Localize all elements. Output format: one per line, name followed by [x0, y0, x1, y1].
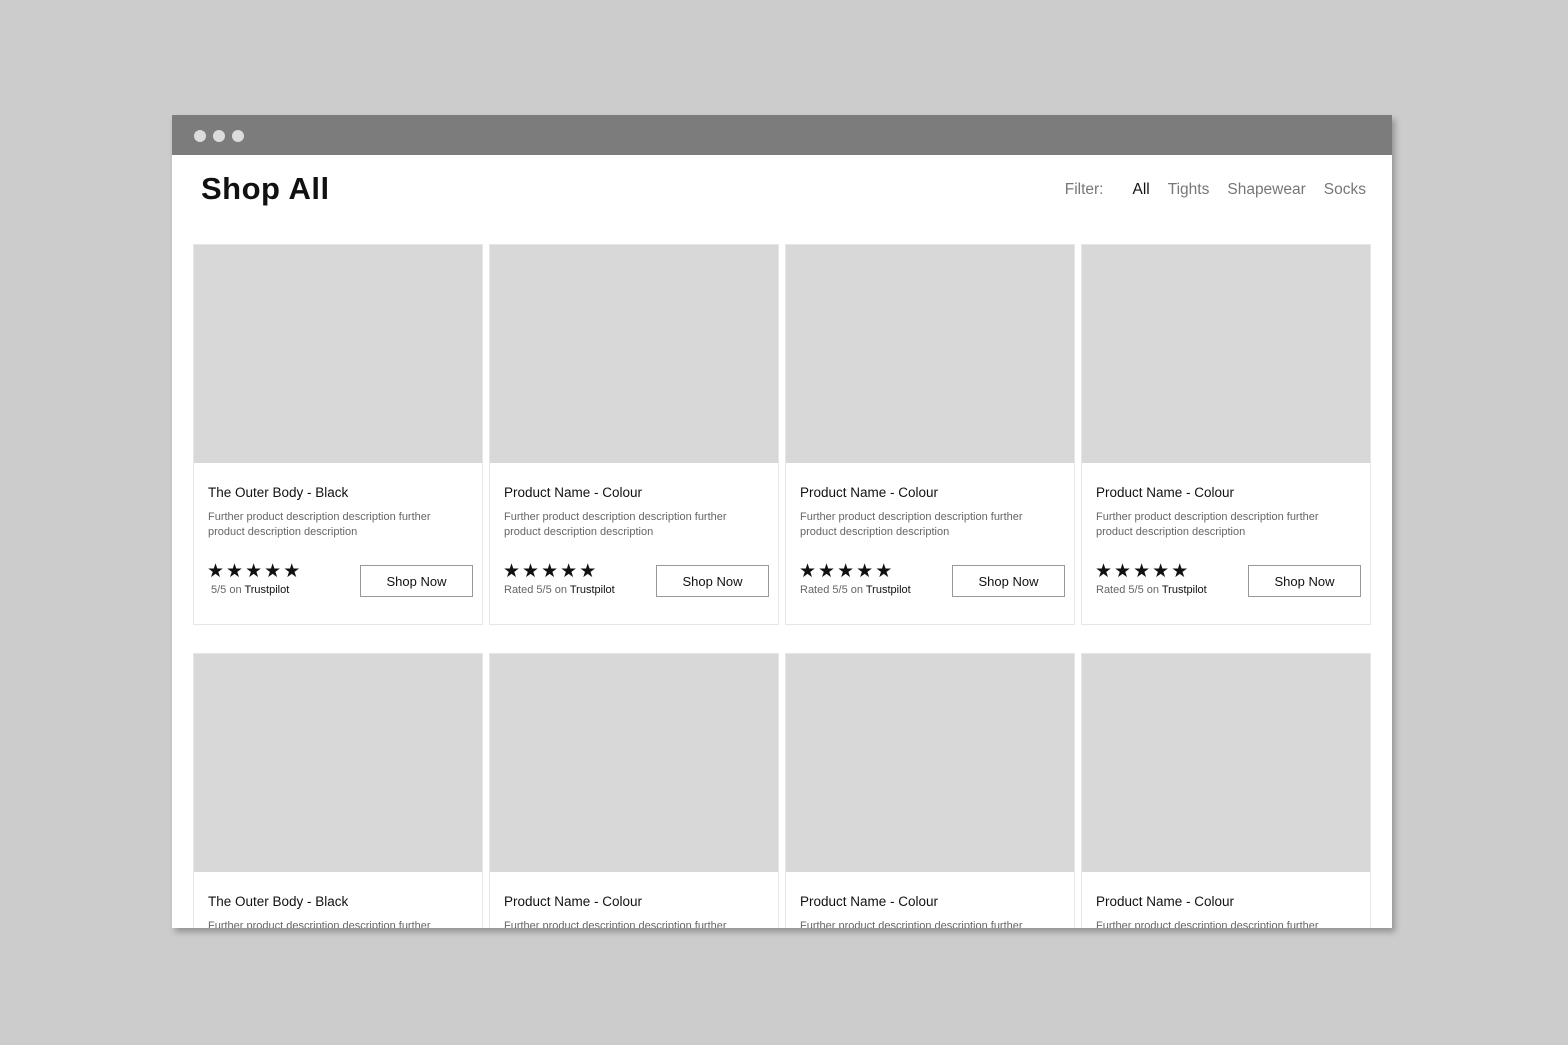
star-icon: ★ — [1171, 561, 1189, 582]
star-icon: ★ — [522, 561, 540, 582]
product-card[interactable]: Product Name - Colour Further product des… — [489, 244, 779, 625]
filter-option-socks[interactable]: Socks — [1324, 181, 1366, 199]
product-card[interactable]: Product Name - Colour Further product des… — [785, 653, 1075, 928]
product-image[interactable] — [490, 654, 778, 872]
product-description: Further product description description … — [208, 920, 431, 928]
star-icon: ★ — [818, 561, 836, 582]
star-icon: ★ — [1114, 561, 1132, 582]
star-rating: ★ ★ ★ ★ ★ — [503, 562, 598, 581]
product-name[interactable]: Product Name - Colour — [800, 894, 938, 909]
minimize-window-dot-icon[interactable] — [213, 130, 225, 142]
star-icon: ★ — [1152, 561, 1170, 582]
product-name[interactable]: Product Name - Colour — [800, 485, 938, 500]
product-image[interactable] — [786, 654, 1074, 872]
filter-option-tights[interactable]: Tights — [1168, 181, 1210, 199]
product-card[interactable]: The Outer Body - Black Further product de… — [193, 653, 483, 928]
shop-now-button[interactable]: Shop Now — [360, 565, 473, 597]
star-icon: ★ — [541, 561, 559, 582]
star-icon: ★ — [264, 561, 282, 582]
filter-option-shapewear[interactable]: Shapewear — [1227, 181, 1305, 199]
product-description: Further product description description … — [1096, 920, 1319, 928]
page-title: Shop All — [201, 171, 330, 206]
trustpilot-link[interactable]: Trustpilot — [570, 584, 615, 596]
close-window-dot-icon[interactable] — [194, 130, 206, 142]
rating-prefix: Rated — [504, 584, 534, 596]
star-icon: ★ — [875, 561, 893, 582]
rating-text: Rated 5/5 on Trustpilot — [1096, 584, 1207, 596]
filter-option-all[interactable]: All — [1132, 181, 1149, 199]
rating-value: 5/5 on — [211, 584, 242, 596]
product-image[interactable] — [1082, 654, 1370, 872]
product-name[interactable]: The Outer Body - Black — [208, 894, 348, 909]
shop-now-button[interactable]: Shop Now — [952, 565, 1065, 597]
star-icon: ★ — [1133, 561, 1151, 582]
product-card[interactable]: The Outer Body - Black Further product de… — [193, 244, 483, 625]
product-description: Further product description description … — [800, 511, 1023, 538]
product-description: Further product description description … — [1096, 511, 1319, 538]
product-image[interactable] — [1082, 245, 1370, 463]
product-description: Further product description description … — [504, 511, 727, 538]
rating-value: 5/5 on — [1128, 584, 1160, 596]
product-image[interactable] — [194, 245, 482, 463]
star-rating: ★ ★ ★ ★ ★ — [1095, 562, 1190, 581]
product-name[interactable]: Product Name - Colour — [1096, 894, 1234, 909]
rating-prefix: Rated — [1096, 584, 1126, 596]
product-name[interactable]: The Outer Body - Black — [208, 485, 348, 500]
product-name[interactable]: Product Name - Colour — [1096, 485, 1234, 500]
product-image[interactable] — [194, 654, 482, 872]
star-icon: ★ — [226, 561, 244, 582]
star-icon: ★ — [579, 561, 597, 582]
star-icon: ★ — [245, 561, 263, 582]
rating-text: Rated 5/5 on Trustpilot — [800, 584, 911, 596]
shop-now-button[interactable]: Shop Now — [656, 565, 769, 597]
rating-value: 5/5 on — [536, 584, 568, 596]
star-rating: ★ ★ ★ ★ ★ — [207, 562, 302, 581]
rating-text: 5/5 on Trustpilot — [211, 584, 289, 596]
product-description: Further product description description … — [504, 920, 727, 928]
trustpilot-link[interactable]: Trustpilot — [244, 584, 289, 596]
filter-label: Filter: — [1064, 181, 1104, 198]
star-icon: ★ — [799, 561, 817, 582]
star-icon: ★ — [207, 561, 225, 582]
star-icon: ★ — [856, 561, 874, 582]
trustpilot-link[interactable]: Trustpilot — [866, 584, 911, 596]
rating-text: Rated 5/5 on Trustpilot — [504, 584, 615, 596]
product-card[interactable]: Product Name - Colour Further product des… — [1081, 244, 1371, 625]
star-icon: ★ — [1095, 561, 1113, 582]
product-description: Further product description description … — [208, 511, 431, 538]
window-titlebar — [172, 115, 1392, 155]
product-image[interactable] — [490, 245, 778, 463]
star-icon: ★ — [837, 561, 855, 582]
shop-now-button[interactable]: Shop Now — [1248, 565, 1361, 597]
product-image[interactable] — [786, 245, 1074, 463]
trustpilot-link[interactable]: Trustpilot — [1162, 584, 1207, 596]
filter-bar: Filter: All Tights Shapewear Socks — [1065, 181, 1366, 199]
product-name[interactable]: Product Name - Colour — [504, 485, 642, 500]
rating-prefix: Rated — [800, 584, 830, 596]
product-card[interactable]: Product Name - Colour Further product des… — [785, 244, 1075, 625]
rating-value: 5/5 on — [832, 584, 864, 596]
star-icon: ★ — [283, 561, 301, 582]
browser-window: Shop All Filter: All Tights Shapewear So… — [172, 115, 1392, 928]
star-icon: ★ — [560, 561, 578, 582]
star-rating: ★ ★ ★ ★ ★ — [799, 562, 894, 581]
product-card[interactable]: Product Name - Colour Further product des… — [1081, 653, 1371, 928]
star-icon: ★ — [503, 561, 521, 582]
product-card[interactable]: Product Name - Colour Further product des… — [489, 653, 779, 928]
maximize-window-dot-icon[interactable] — [232, 130, 244, 142]
product-description: Further product description description … — [800, 920, 1023, 928]
product-name[interactable]: Product Name - Colour — [504, 894, 642, 909]
